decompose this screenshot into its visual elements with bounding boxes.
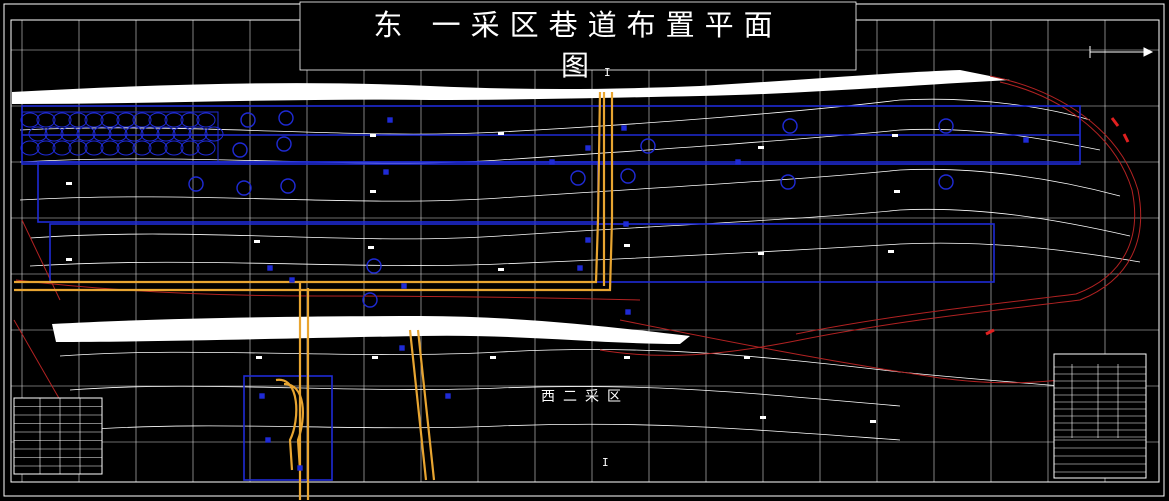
goaf-hatch-cell <box>164 112 184 128</box>
goaf-hatch-cell <box>108 126 128 142</box>
roadway-node-symbol <box>938 174 954 190</box>
area-label-west-2: 西二采区 <box>541 389 629 405</box>
survey-marker <box>370 190 376 193</box>
roadway-point <box>289 277 295 283</box>
goaf-hatch-cell <box>180 140 200 156</box>
goaf-hatch-cell <box>116 112 136 128</box>
survey-marker <box>870 420 876 423</box>
roadway-node-symbol <box>280 178 296 194</box>
roadway-node-symbol <box>780 174 796 190</box>
legend-table-left <box>13 397 103 475</box>
goaf-hatch-cell <box>140 126 160 142</box>
roadway-point <box>401 283 407 289</box>
roadway-node-symbol <box>232 142 248 158</box>
roadway-point <box>259 393 265 399</box>
roadway-node-symbol <box>362 292 378 308</box>
roadway-point <box>735 159 741 165</box>
survey-marker <box>744 356 750 359</box>
roadway-point <box>549 159 555 165</box>
roadway-node-symbol <box>188 176 204 192</box>
roadway-point <box>623 221 629 227</box>
goaf-hatch-cell <box>196 140 216 156</box>
roadway-point <box>621 125 627 131</box>
north-arrow-icon <box>1089 46 1154 58</box>
goaf-hatch-cell <box>76 126 96 142</box>
goaf-hatch-cell <box>196 112 216 128</box>
roadway-node-symbol <box>236 180 252 196</box>
roadway-point <box>387 117 393 123</box>
goaf-hatch-cell <box>52 140 72 156</box>
survey-marker <box>498 132 504 135</box>
goaf-hatch-cell <box>92 126 112 142</box>
title-block-right <box>1053 353 1147 479</box>
roadway-node-symbol <box>620 168 636 184</box>
roadway-node-symbol <box>570 170 586 186</box>
survey-markers <box>66 132 900 423</box>
goaf-hatch-cell <box>52 112 72 128</box>
roadway-point <box>577 265 583 271</box>
survey-marker <box>758 252 764 255</box>
section-point-top: I <box>604 66 611 79</box>
goaf-hatch-cell <box>100 140 120 156</box>
goaf-hatch-cell <box>124 126 144 142</box>
survey-marker <box>888 250 894 253</box>
goaf-hatch-cell <box>180 112 200 128</box>
roadway-point <box>585 237 591 243</box>
goaf-hatch-cell <box>36 112 56 128</box>
survey-marker <box>490 356 496 359</box>
goaf-hatch-cell <box>84 112 104 128</box>
roadway-node-symbol <box>782 118 798 134</box>
roadway-point <box>585 145 591 151</box>
roadway-point <box>625 309 631 315</box>
roadway-point <box>297 465 303 471</box>
survey-marker <box>66 258 72 261</box>
cad-drawing-canvas: { "title": { "line1": "东 一采区巷道布置平面", "li… <box>0 0 1169 501</box>
goaf-hatch-cell <box>68 112 88 128</box>
roadway-point <box>383 169 389 175</box>
goaf-hatch-cell <box>36 140 56 156</box>
survey-marker <box>498 268 504 271</box>
survey-marker <box>760 416 766 419</box>
roadway-node-symbol <box>366 258 382 274</box>
survey-marker <box>66 182 72 185</box>
roadway-point <box>267 265 273 271</box>
survey-marker <box>758 146 764 149</box>
survey-marker <box>624 244 630 247</box>
roadway-node-symbol <box>640 138 656 154</box>
boundary-markers <box>985 117 1130 336</box>
goaf-hatch-cell <box>20 112 40 128</box>
survey-marker <box>892 134 898 137</box>
roadway-point <box>265 437 271 443</box>
goaf-hatch-cell <box>68 140 88 156</box>
middle-fault-band <box>52 316 690 344</box>
roadway-node-symbol <box>276 136 292 152</box>
roadway-node-symbol <box>278 110 294 126</box>
goaf-hatch-cell <box>148 112 168 128</box>
roadway-point <box>1023 137 1029 143</box>
top-fault-band <box>12 70 1010 104</box>
survey-marker <box>894 190 900 193</box>
goaf-hatch-cell <box>60 126 80 142</box>
roadway-point <box>445 393 451 399</box>
survey-marker <box>370 134 376 137</box>
survey-marker <box>256 356 262 359</box>
roadway-point <box>399 345 405 351</box>
survey-marker <box>624 356 630 359</box>
goaf-hatch-cell <box>100 112 120 128</box>
goaf-hatch-cell <box>116 140 136 156</box>
roadway-node-symbol <box>938 118 954 134</box>
goaf-hatch-cell <box>172 126 192 142</box>
drawing-title-line2: 图 <box>560 49 589 82</box>
survey-marker <box>254 240 260 243</box>
goaf-hatch-cell <box>164 140 184 156</box>
survey-marker <box>368 246 374 249</box>
section-point-bottom: I <box>602 456 609 469</box>
roadway-node-symbol <box>240 112 256 128</box>
goaf-hatch-cell <box>84 140 104 156</box>
goaf-hatch-cell <box>148 140 168 156</box>
goaf-hatch-cell <box>20 140 40 156</box>
goaf-hatch-cell <box>156 126 176 142</box>
survey-marker <box>372 356 378 359</box>
drawing-title-line1: 东 一采区巷道布置平面 <box>373 8 783 42</box>
